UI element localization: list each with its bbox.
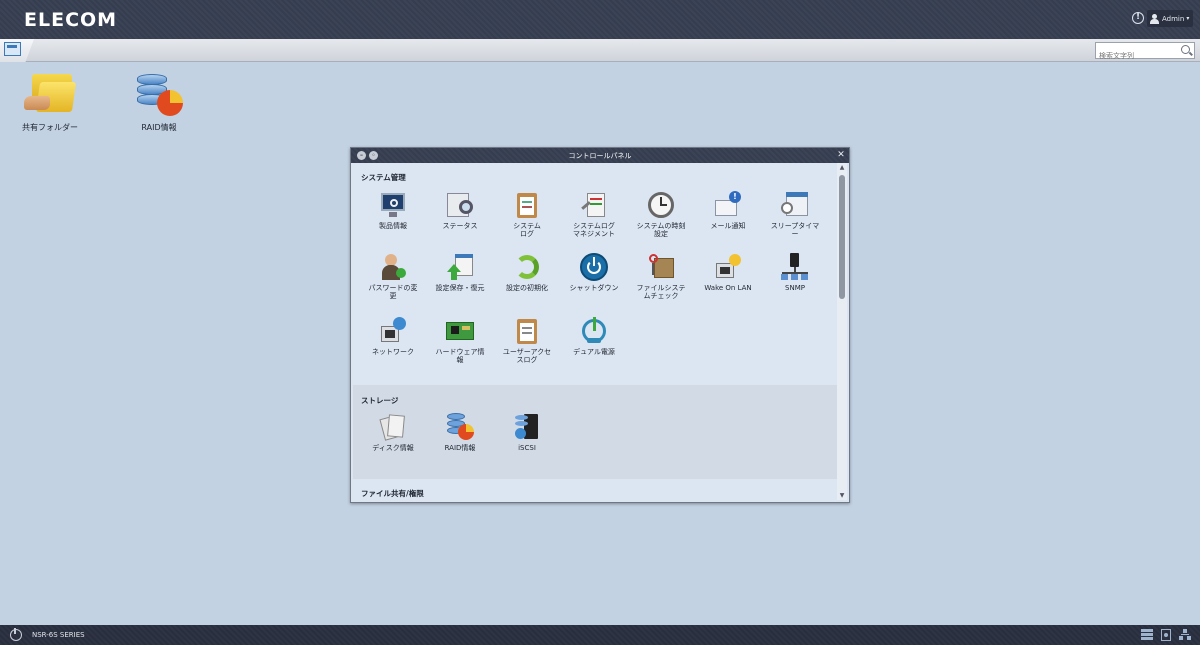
cp-item-system-log[interactable]: システム ログ (494, 190, 560, 238)
cp-item-dual-power[interactable]: デュアル電源 (561, 316, 627, 356)
hardware-info-icon (445, 316, 475, 346)
wake-on-lan-icon (713, 252, 743, 282)
control-panel-body: システム管理 製品情報 ステータス システム ログ システムログ マネジメント … (353, 163, 837, 500)
search-input[interactable] (1096, 48, 1178, 64)
mail-notification-icon: ! (713, 190, 743, 220)
window-title: コントロールパネル (568, 152, 632, 160)
series-label: NSR-6S SERIES (32, 631, 85, 639)
user-icon (1150, 13, 1159, 24)
iscsi-icon (512, 412, 542, 442)
cp-item-mail-notification[interactable]: ! メール通知 (695, 190, 761, 230)
cp-item-wake-on-lan[interactable]: Wake On LAN (695, 252, 761, 292)
desktop-icon (4, 42, 21, 56)
cp-item-disk-info[interactable]: ディスク情報 (360, 412, 426, 452)
cp-item-network[interactable]: ネットワーク (360, 316, 426, 356)
search-box[interactable] (1095, 42, 1195, 64)
disk-info-icon (378, 412, 408, 442)
cp-item-shutdown[interactable]: シャットダウン (561, 252, 627, 292)
shutdown-icon (579, 252, 609, 282)
info-icon[interactable]: ! (1132, 12, 1144, 24)
chevron-down-icon: ▾ (1186, 15, 1190, 22)
shared-folder-icon (24, 72, 77, 118)
clock-icon (646, 190, 676, 220)
cp-item-product-info[interactable]: 製品情報 (360, 190, 426, 230)
cp-item-iscsi[interactable]: iSCSI (494, 412, 560, 452)
power-icon[interactable] (10, 628, 22, 641)
section-title: ファイル共有/権限 (361, 489, 424, 498)
status-icon (445, 190, 475, 220)
show-desktop-button[interactable] (0, 39, 34, 62)
cp-item-user-access-log[interactable]: ユーザーアクセ スログ (494, 316, 560, 364)
desktop-shortcut-label: RAID情報 (141, 123, 177, 132)
product-info-icon (378, 190, 408, 220)
desktop-shortcut-shared-folder[interactable]: 共有フォルダー (10, 72, 90, 133)
section-title: ストレージ (361, 396, 399, 405)
scroll-up-icon[interactable]: ▲ (837, 163, 847, 172)
snmp-icon (780, 252, 810, 282)
cp-item-filesystem-check[interactable]: ファイルシステ ムチェック (628, 252, 694, 300)
bottom-bar: NSR-6S SERIES (0, 625, 1200, 645)
dual-power-icon (579, 316, 609, 346)
close-button[interactable]: ✕ (836, 150, 846, 160)
user-access-log-icon (512, 316, 542, 346)
cp-item-snmp[interactable]: SNMP (762, 252, 828, 292)
config-backup-icon (445, 252, 475, 282)
cp-item-raid-info[interactable]: RAID情報 (427, 412, 493, 452)
cp-item-syslog-management[interactable]: システムログ マネジメント (561, 190, 627, 238)
cp-item-hardware-info[interactable]: ハードウェア情 報 (427, 316, 493, 364)
section-file-sharing: ファイル共有/権限 (353, 479, 837, 500)
user-menu-button[interactable]: Admin ▾ (1147, 10, 1193, 27)
top-bar: ELECOM ! Admin ▾ (0, 0, 1200, 39)
backup-status-icon[interactable] (1160, 629, 1172, 641)
section-storage: ストレージ ディスク情報 RAID情報 iSCSI (353, 385, 837, 479)
control-panel-window: – ◦ コントロールパネル ✕ システム管理 製品情報 ステータス システム ロ… (350, 147, 850, 503)
network-status-icon[interactable] (1179, 629, 1191, 641)
desktop-shortcut-raid-info[interactable]: RAID情報 (119, 72, 199, 133)
user-name: Admin (1162, 14, 1185, 23)
search-icon[interactable] (1181, 45, 1190, 54)
cp-item-time-settings[interactable]: システムの時刻 設定 (628, 190, 694, 238)
desktop-shortcut-label: 共有フォルダー (22, 123, 78, 132)
system-log-icon (512, 190, 542, 220)
raid-info-icon (445, 412, 475, 442)
cp-item-status[interactable]: ステータス (427, 190, 493, 230)
scroll-down-icon[interactable]: ▼ (837, 491, 847, 500)
cp-item-reset[interactable]: 設定の初期化 (494, 252, 560, 292)
section-system: システム管理 製品情報 ステータス システム ログ システムログ マネジメント … (353, 163, 837, 385)
sleep-timer-icon (780, 190, 810, 220)
elecom-logo: ELECOM (24, 9, 118, 31)
syslog-management-icon (579, 190, 609, 220)
password-change-icon (378, 252, 408, 282)
cp-item-sleep-timer[interactable]: スリープタイマ ー (762, 190, 828, 238)
filesystem-check-icon (646, 252, 676, 282)
scrollbar[interactable]: ▲ ▼ (837, 163, 847, 500)
scroll-thumb[interactable] (839, 175, 845, 299)
cp-item-config-backup[interactable]: 設定保存・復元 (427, 252, 493, 292)
reset-icon (512, 252, 542, 282)
raid-info-icon (133, 72, 185, 118)
cp-item-password-change[interactable]: パスワードの変 更 (360, 252, 426, 300)
storage-status-icon[interactable] (1141, 629, 1153, 641)
task-bar (0, 39, 1200, 64)
section-title: システム管理 (361, 173, 406, 182)
window-titlebar[interactable]: – ◦ コントロールパネル ✕ (351, 148, 849, 163)
network-icon (378, 316, 408, 346)
